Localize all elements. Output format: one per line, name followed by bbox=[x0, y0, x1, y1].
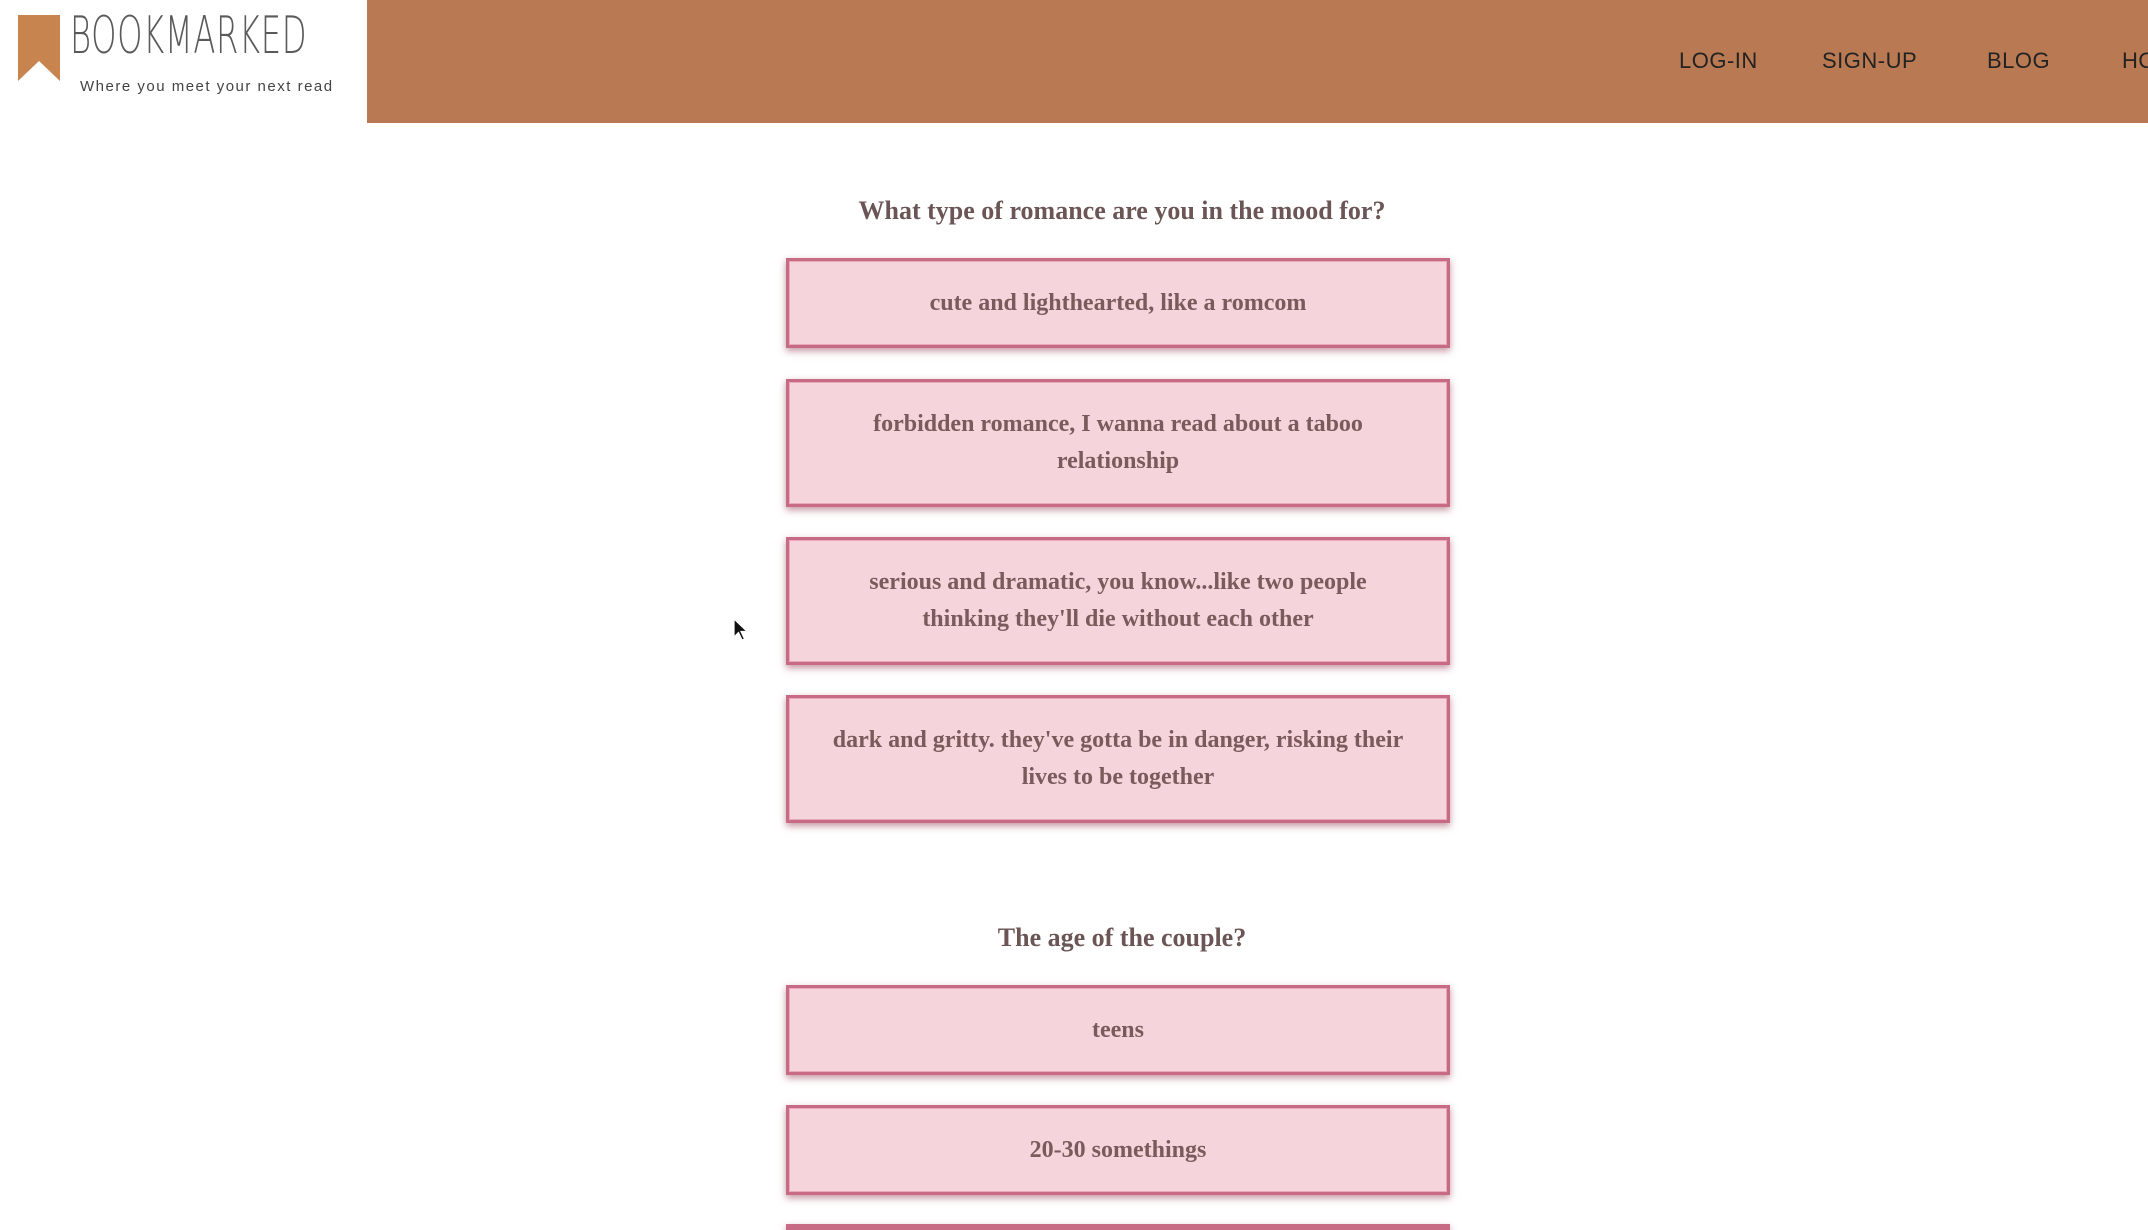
nav-login-link[interactable]: LOG-IN bbox=[1679, 48, 1758, 74]
option-partial-button[interactable] bbox=[786, 1224, 1450, 1230]
option-dark-gritty-button[interactable]: dark and gritty. they've gotta be in dan… bbox=[786, 695, 1450, 823]
main-nav: LOG-IN SIGN-UP BLOG HO bbox=[0, 48, 2148, 78]
logo-tagline: Where you meet your next read bbox=[80, 78, 334, 95]
question-romance-type: What type of romance are you in the mood… bbox=[858, 196, 1386, 225]
question-couple-age: The age of the couple? bbox=[997, 923, 1247, 952]
option-teens-button[interactable]: teens bbox=[786, 985, 1450, 1075]
site-header: BOOKMARKED Where you meet your next read… bbox=[0, 0, 2148, 123]
option-romcom-button[interactable]: cute and lighthearted, like a romcom bbox=[786, 258, 1450, 348]
option-forbidden-button[interactable]: forbidden romance, I wanna read about a … bbox=[786, 379, 1450, 507]
nav-home-link[interactable]: HO bbox=[2122, 48, 2148, 74]
mouse-pointer-icon bbox=[733, 618, 749, 641]
option-20-30-button[interactable]: 20-30 somethings bbox=[786, 1105, 1450, 1195]
nav-signup-link[interactable]: SIGN-UP bbox=[1822, 48, 1917, 74]
nav-blog-link[interactable]: BLOG bbox=[1987, 48, 2050, 74]
option-dramatic-button[interactable]: serious and dramatic, you know...like tw… bbox=[786, 537, 1450, 665]
